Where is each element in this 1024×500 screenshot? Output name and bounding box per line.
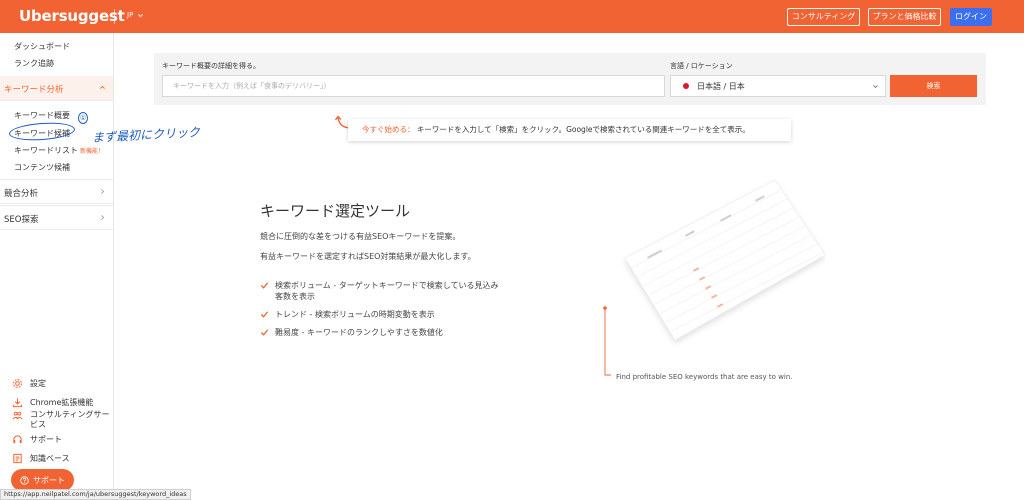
support-chat-button[interactable]: サポート [11, 469, 74, 491]
section-title: SEO探索 [4, 215, 39, 225]
sidebar-item-label: Chrome拡張機能 [30, 398, 94, 407]
users-icon [12, 411, 23, 420]
sidebar: ダッシュボード ランク追跡 キーワード分析 キーワード概要 キーワード候補 キー… [0, 33, 114, 500]
top-header: Ubersuggest JP コンサルティング プランと価格比較 ログイン [0, 0, 1024, 33]
sidebar-item-label: 設定 [30, 379, 46, 388]
getting-started-hint: 今すぐ始める： キーワードを入力して「検索」をクリック。Googleで検索されて… [348, 119, 791, 141]
chevron-right-icon [101, 215, 105, 220]
login-button[interactable]: ログイン [950, 8, 992, 26]
sidebar-item-content-ideas[interactable]: コンテンツ候補 [14, 162, 70, 173]
check-icon [260, 329, 269, 336]
keyword-search-panel: キーワード概要の詳細を得る。 言語 / ロケーション キーワードを入力（例えば「… [154, 53, 986, 105]
sidebar-item-knowledge-base[interactable]: 知識ベース [12, 453, 70, 464]
sidebar-section-competition[interactable]: 競合分析 [0, 179, 113, 204]
section-title: 競合分析 [4, 189, 39, 199]
keyword-table-illustration [603, 180, 825, 376]
keyword-input[interactable]: キーワードを入力（例えば「食事のデリバリー」） [162, 75, 665, 97]
browser-status-url: https://app.neilpatel.com/ja/ubersuggest… [0, 489, 191, 500]
keyword-input-label: キーワード概要の詳細を得る。 [162, 62, 260, 70]
check-icon [260, 282, 269, 289]
chevron-right-icon [101, 189, 105, 194]
hint-prefix: 今すぐ始める： [362, 125, 415, 134]
sidebar-item-settings[interactable]: 設定 [12, 378, 46, 389]
sidebar-item-label: コンサルティングサービス [30, 410, 110, 429]
new-badge: 新機能！ [80, 148, 105, 155]
sidebar-item-chrome-extension[interactable]: Chrome拡張機能 [12, 397, 93, 408]
sidebar-item-consulting[interactable]: コンサルティングサービス [12, 410, 112, 430]
location-label: 言語 / ロケーション [670, 62, 733, 70]
description-line-2: 有益キーワードを選定すればSEO対策結果が最大化します。 [260, 252, 476, 261]
section-title: キーワード分析 [4, 85, 64, 95]
header-divider [114, 9, 115, 24]
feature-search-volume: 検索ボリューム - ターゲットキーワードで検索している見込み客数を表示 [260, 280, 510, 302]
feature-text: トレンド - 検索ボリュームの時期変動を表示 [275, 310, 435, 319]
chevron-down-icon [138, 13, 144, 17]
feature-difficulty: 難易度 - キーワードのランクしやすさを数値化 [260, 327, 443, 338]
description-line-1: 競合に圧倒的な差をつける有益SEOキーワードを提案。 [260, 232, 461, 241]
page-title: キーワード選定ツール [260, 202, 411, 220]
consulting-button[interactable]: コンサルティング [787, 8, 860, 26]
feature-text: 検索ボリューム - ターゲットキーワードで検索している見込み客数を表示 [275, 281, 499, 301]
hint-text: キーワードを入力して「検索」をクリック。Googleで検索されている関連キーワー… [416, 125, 750, 134]
sidebar-item-label: キーワードリスト [14, 146, 78, 155]
japan-flag-icon [683, 83, 689, 89]
sidebar-item-label: サポート [30, 435, 62, 444]
annotation-number: ① [78, 112, 88, 124]
sidebar-item-dashboard[interactable]: ダッシュボード [14, 41, 70, 52]
location-value: 日本語 / 日本 [697, 81, 745, 91]
question-circle-icon [20, 475, 29, 485]
feature-text: 難易度 - キーワードのランクしやすさを数値化 [275, 328, 443, 337]
headset-icon [13, 435, 22, 444]
sidebar-section-keyword-analysis[interactable]: キーワード分析 [0, 76, 113, 101]
plans-pricing-button[interactable]: プランと価格比較 [868, 8, 941, 26]
sidebar-item-support[interactable]: サポート [12, 434, 62, 445]
feature-trend: トレンド - 検索ボリュームの時期変動を表示 [260, 309, 435, 320]
language-location-select[interactable]: 日本語 / 日本 [670, 75, 886, 97]
app-window: Ubersuggest JP コンサルティング プランと価格比較 ログイン ダッ… [0, 0, 1024, 500]
sidebar-item-label: 知識ベース [30, 454, 70, 463]
illustration-caption: Find profitable SEO keywords that are ea… [616, 373, 793, 381]
gear-icon [13, 379, 22, 388]
chevron-up-icon [100, 85, 105, 89]
document-icon [13, 453, 22, 464]
chevron-down-icon [873, 85, 878, 89]
sidebar-item-keyword-lists[interactable]: キーワードリスト 新機能！ [14, 145, 104, 156]
sidebar-section-seo[interactable]: SEO探索 [0, 205, 113, 230]
sidebar-item-keyword-overview[interactable]: キーワード概要 [14, 110, 70, 121]
check-icon [260, 311, 269, 318]
sidebar-item-rank-tracking[interactable]: ランク追跡 [14, 58, 54, 69]
ubersuggest-logo[interactable]: Ubersuggest [19, 7, 125, 25]
language-code: JP [127, 11, 134, 19]
language-selector[interactable]: JP [127, 11, 144, 19]
support-chat-label: サポート [33, 475, 65, 485]
search-button[interactable]: 検索 [890, 75, 977, 97]
download-icon [12, 398, 23, 408]
